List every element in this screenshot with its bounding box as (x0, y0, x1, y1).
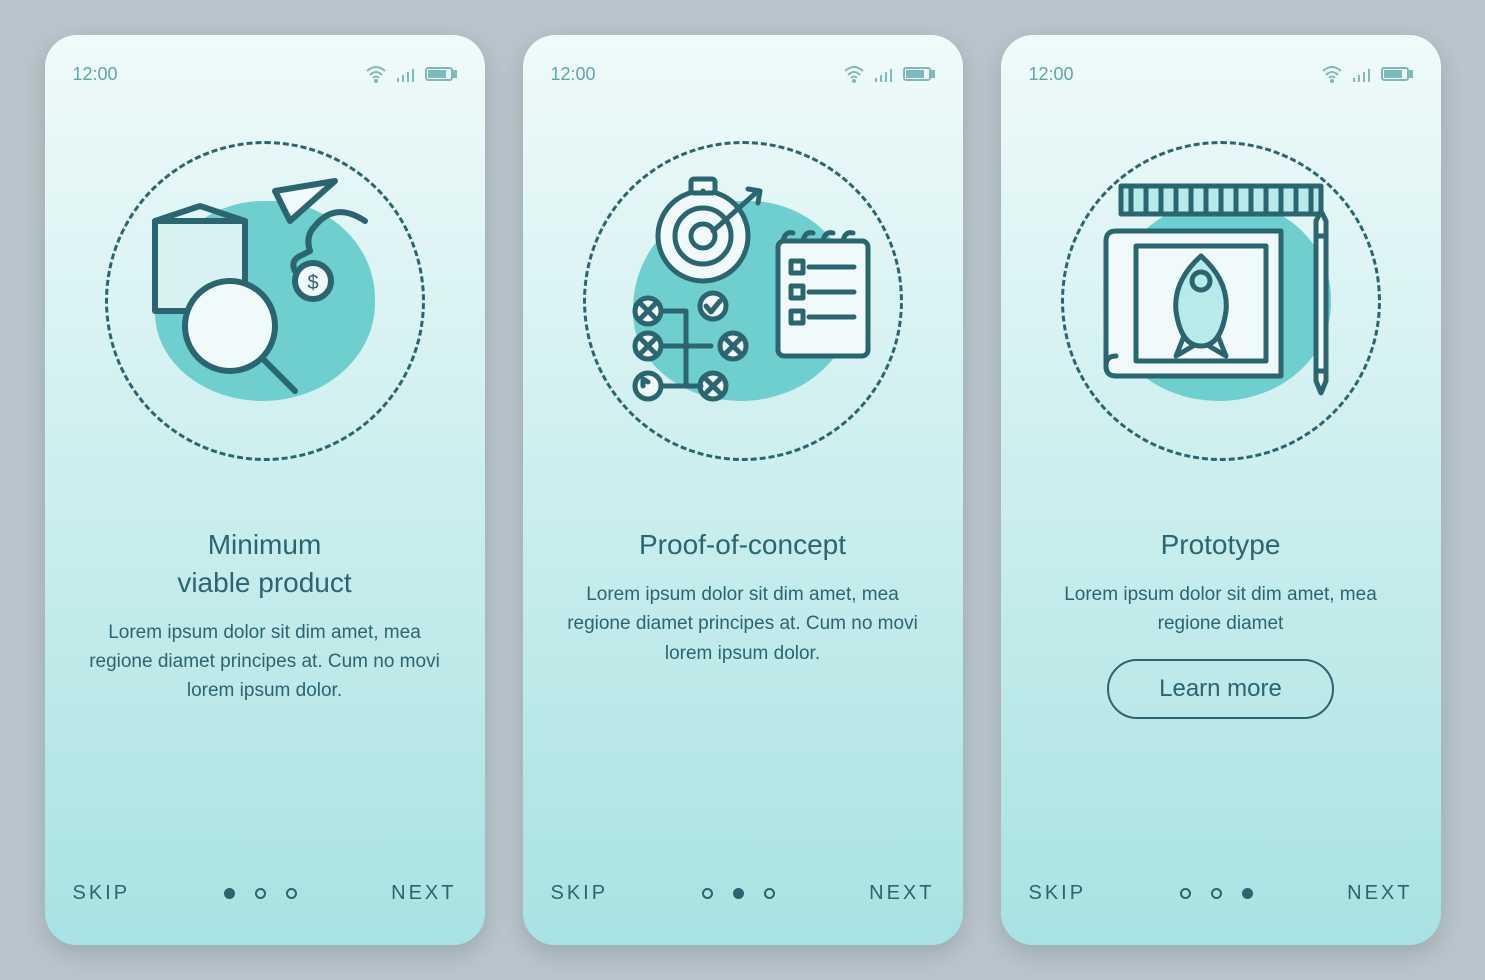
dot-2[interactable] (255, 888, 266, 899)
status-time: 12:00 (73, 64, 118, 85)
onboarding-screen-2: 12:00 (523, 35, 963, 945)
dot-1[interactable] (224, 888, 235, 899)
battery-icon (425, 65, 457, 83)
skip-button[interactable]: SKIP (73, 882, 131, 905)
page-indicator (702, 888, 775, 899)
illustration-prototype (1029, 106, 1413, 496)
signal-icon (395, 65, 417, 83)
status-bar: 12:00 (1029, 57, 1413, 91)
prototype-icon (1081, 161, 1361, 441)
page-indicator (224, 888, 297, 899)
onboarding-screen-3: 12:00 Prototype Lorem ipsum dolor s (1001, 35, 1441, 945)
dot-1[interactable] (702, 888, 713, 899)
screen-body: Lorem ipsum dolor sit dim amet, mea regi… (551, 580, 935, 668)
svg-text:$: $ (307, 272, 318, 294)
footer-nav: SKIP NEXT (551, 882, 935, 923)
learn-more-button[interactable]: Learn more (1107, 659, 1334, 719)
wifi-icon (365, 65, 387, 83)
poc-icon (603, 161, 883, 441)
screen-title: Minimumviable product (73, 526, 457, 602)
status-icons (843, 65, 935, 83)
illustration-poc (551, 106, 935, 496)
dot-1[interactable] (1180, 888, 1191, 899)
status-icons (1321, 65, 1413, 83)
screen-body: Lorem ipsum dolor sit dim amet, mea regi… (1029, 580, 1413, 639)
status-bar: 12:00 (73, 57, 457, 91)
dot-2[interactable] (1211, 888, 1222, 899)
screen-body: Lorem ipsum dolor sit dim amet, mea regi… (73, 618, 457, 706)
skip-button[interactable]: SKIP (551, 882, 609, 905)
status-bar: 12:00 (551, 57, 935, 91)
next-button[interactable]: NEXT (869, 882, 934, 905)
screen-title: Prototype (1029, 526, 1413, 564)
dot-3[interactable] (286, 888, 297, 899)
status-time: 12:00 (1029, 64, 1074, 85)
footer-nav: SKIP NEXT (73, 882, 457, 923)
signal-icon (1351, 65, 1373, 83)
dot-2[interactable] (733, 888, 744, 899)
status-icons (365, 65, 457, 83)
mvp-icon: $ (135, 171, 395, 431)
battery-icon (903, 65, 935, 83)
wifi-icon (843, 65, 865, 83)
next-button[interactable]: NEXT (1347, 882, 1412, 905)
onboarding-screen-1: 12:00 $ Minimumviable product Lorem ipsu… (45, 35, 485, 945)
wifi-icon (1321, 65, 1343, 83)
signal-icon (873, 65, 895, 83)
skip-button[interactable]: SKIP (1029, 882, 1087, 905)
dot-3[interactable] (1242, 888, 1253, 899)
page-indicator (1180, 888, 1253, 899)
footer-nav: SKIP NEXT (1029, 882, 1413, 923)
illustration-mvp: $ (73, 106, 457, 496)
screen-title: Proof-of-concept (551, 526, 935, 564)
battery-icon (1381, 65, 1413, 83)
next-button[interactable]: NEXT (391, 882, 456, 905)
dot-3[interactable] (764, 888, 775, 899)
status-time: 12:00 (551, 64, 596, 85)
